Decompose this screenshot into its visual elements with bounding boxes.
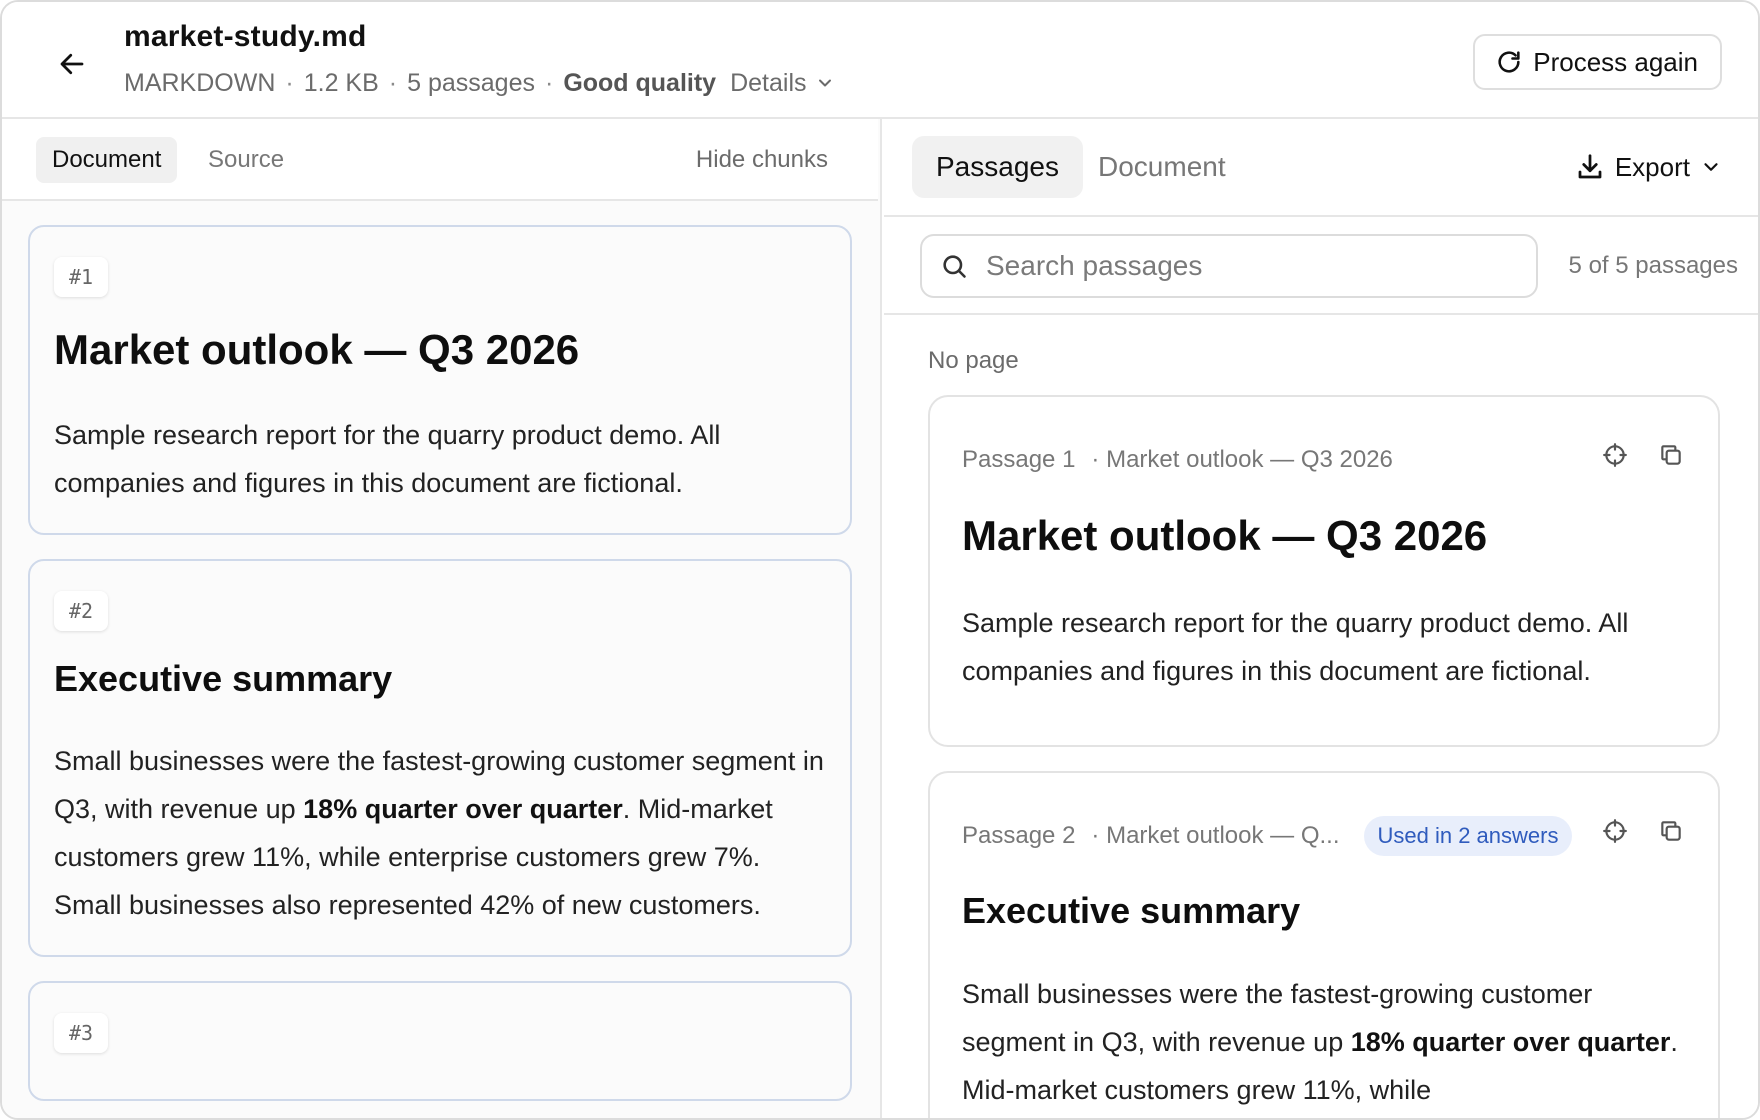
chunk-heading: Market outlook — Q3 2026 — [54, 326, 580, 373]
passage-text-emphasis: 18% quarter over quarter — [1350, 1027, 1671, 1058]
file-title: market-study.md — [124, 20, 367, 53]
passages-tabs: Passages Document Export — [884, 119, 1758, 217]
crosshair-icon — [1603, 819, 1627, 843]
search-icon — [943, 255, 966, 278]
tab-document[interactable]: Document — [36, 137, 178, 183]
passage-actions — [1600, 440, 1686, 470]
passage-text: Sample research report for the quarry pr… — [962, 608, 1629, 687]
passage-actions — [1600, 816, 1686, 846]
refresh-icon — [1498, 51, 1520, 73]
download-icon — [1578, 154, 1602, 179]
crosshair-icon — [1603, 443, 1627, 467]
chevron-down-icon — [818, 79, 831, 87]
app-window: market-study.md MARKDOWN · 1.2 KB · 5 pa… — [0, 0, 1760, 1120]
copy-icon — [1661, 445, 1681, 465]
passage-label: Passage 2 — [962, 822, 1076, 849]
hide-chunks-button[interactable]: Hide chunks — [696, 137, 828, 183]
chunk-text: Small businesses were the fastest-growin… — [54, 737, 826, 929]
process-again-button[interactable]: Process again — [1473, 34, 1722, 90]
file-size: 1.2 KB — [303, 68, 379, 97]
back-button[interactable] — [48, 40, 96, 88]
used-in-answers-badge[interactable]: Used in 2 answers — [1363, 816, 1573, 856]
quality-label: Good quality — [563, 68, 717, 97]
chunk-card[interactable]: #3 — [28, 980, 852, 1101]
search-box[interactable] — [920, 234, 1538, 298]
copy-button[interactable] — [1656, 440, 1686, 470]
passage-count-label: 5 of 5 passages — [1568, 252, 1738, 279]
chevron-down-icon — [1704, 163, 1718, 171]
chunk-card[interactable]: #2 Executive summary Small businesses we… — [28, 559, 852, 957]
chunk-text: Sample research report for the quarry pr… — [54, 420, 721, 499]
meta-separator: · — [285, 68, 294, 97]
passage-header: Passage 1 · Market outlook — Q3 2026 — [962, 431, 1686, 489]
chunk-heading: Executive summary — [54, 658, 393, 700]
process-again-label: Process again — [1533, 46, 1698, 77]
arrow-left-icon — [60, 53, 84, 75]
passage-heading: Market outlook — Q3 2026 — [962, 512, 1488, 559]
search-input[interactable] — [986, 250, 1506, 282]
document-tabs: Document Source Hide chunks — [2, 119, 878, 201]
passages-pane: Passages Document Export 5 of 5 passages… — [884, 119, 1758, 1118]
passage-section: · Market outlook — Q... — [1091, 822, 1340, 849]
tab-source[interactable]: Source — [192, 137, 300, 183]
chunk-number-badge: #3 — [54, 1012, 109, 1053]
meta-separator: · — [388, 68, 398, 97]
chunk-card[interactable]: #1 Market outlook — Q3 2026 Sample resea… — [28, 225, 852, 536]
chunk-list: #1 Market outlook — Q3 2026 Sample resea… — [28, 225, 852, 1118]
chunk-number-badge: #1 — [54, 257, 109, 297]
meta-separator: · — [544, 68, 554, 97]
passage-label: Passage 1 — [962, 446, 1076, 473]
chunk-number-badge: #2 — [54, 591, 109, 632]
locate-button[interactable] — [1600, 440, 1630, 470]
copy-icon — [1661, 821, 1681, 841]
passage-heading: Executive summary — [962, 890, 1301, 931]
page-group-label: No page — [928, 347, 1019, 374]
chunk-text-emphasis: 18% quarter over quarter — [303, 793, 623, 824]
export-label: Export — [1614, 151, 1690, 182]
file-format: MARKDOWN — [124, 68, 276, 97]
passage-card[interactable]: Passage 2 · Market outlook — Q... Used i… — [928, 771, 1720, 1118]
details-label: Details — [730, 68, 807, 97]
search-bar: 5 of 5 passages — [884, 217, 1758, 315]
export-button[interactable]: Export — [1575, 136, 1722, 198]
passage-section: · Market outlook — Q3 2026 — [1091, 446, 1393, 473]
tab-document-view[interactable]: Document — [1074, 136, 1250, 198]
passage-count: 5 passages — [407, 68, 535, 97]
file-meta: MARKDOWN · 1.2 KB · 5 passages · Good qu… — [124, 66, 835, 100]
tab-passages[interactable]: Passages — [912, 136, 1083, 198]
passage-header: Passage 2 · Market outlook — Q... Used i… — [962, 807, 1686, 865]
copy-button[interactable] — [1656, 816, 1686, 846]
header: market-study.md MARKDOWN · 1.2 KB · 5 pa… — [2, 2, 1758, 119]
passage-text: Small businesses were the fastest-growin… — [962, 970, 1686, 1114]
passage-card[interactable]: Passage 1 · Market outlook — Q3 2026 Mar… — [928, 395, 1720, 747]
document-pane: Document Source Hide chunks #1 Market ou… — [2, 119, 882, 1118]
locate-button[interactable] — [1600, 816, 1630, 846]
details-toggle[interactable]: Details — [730, 69, 834, 98]
